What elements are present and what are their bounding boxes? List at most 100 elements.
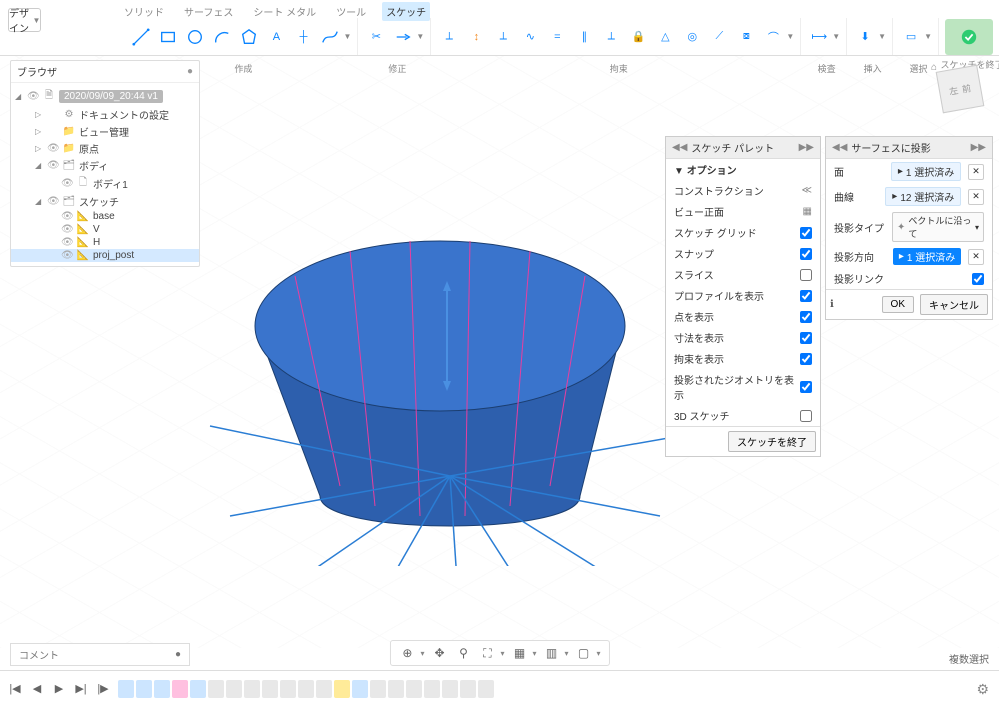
extend-icon[interactable] bbox=[391, 25, 415, 49]
curvature-icon[interactable]: ⌒ bbox=[761, 25, 785, 49]
horizontal-icon[interactable]: ⟂ bbox=[437, 25, 461, 49]
rectangle-icon[interactable] bbox=[156, 25, 180, 49]
tree-row[interactable]: ▷⚙ドキュメントの設定 bbox=[11, 106, 199, 123]
timeline-feature[interactable] bbox=[406, 680, 422, 698]
display-icon[interactable]: ▦ bbox=[510, 644, 528, 662]
eye-icon[interactable]: 👁 bbox=[47, 143, 59, 154]
expand-icon[interactable]: ◢ bbox=[15, 92, 24, 101]
timeline-start-button[interactable]: |◀ bbox=[8, 682, 22, 696]
timeline-feature[interactable] bbox=[316, 680, 332, 698]
clear-projdir-button[interactable]: ✕ bbox=[968, 249, 984, 265]
eye-icon[interactable]: 👁 bbox=[61, 237, 73, 248]
text-icon[interactable]: A bbox=[264, 25, 288, 49]
gear-icon[interactable]: ⚙ bbox=[976, 681, 989, 698]
cancel-button[interactable]: キャンセル bbox=[920, 294, 988, 315]
line-icon[interactable] bbox=[129, 25, 153, 49]
collapse-icon[interactable]: ◀◀ bbox=[832, 142, 847, 153]
expand-icon[interactable]: ▷ bbox=[35, 144, 44, 153]
timeline-feature[interactable] bbox=[424, 680, 440, 698]
option-checkbox[interactable] bbox=[800, 269, 812, 281]
viewcube[interactable]: ⌂ 左 前 bbox=[931, 62, 991, 122]
option-checkbox[interactable] bbox=[800, 248, 812, 260]
eye-icon[interactable]: 👁 bbox=[61, 224, 73, 235]
concentric-icon[interactable]: ◎ bbox=[680, 25, 704, 49]
option-icon[interactable]: ≪ bbox=[802, 185, 812, 196]
timeline-next-button[interactable]: ▶| bbox=[74, 682, 88, 696]
lock-icon[interactable]: 🔒 bbox=[626, 25, 650, 49]
timeline-prev-button[interactable]: ◀ bbox=[30, 682, 44, 696]
option-checkbox[interactable] bbox=[800, 311, 812, 323]
timeline-feature[interactable] bbox=[352, 680, 368, 698]
vertical-icon[interactable]: ↕ bbox=[464, 25, 488, 49]
finish-sketch-button[interactable] bbox=[945, 19, 993, 55]
chevron-down-icon[interactable]: ▼ bbox=[878, 32, 886, 41]
expand-icon[interactable]: ▶▶ bbox=[971, 142, 986, 153]
viewcube-face[interactable]: 左 前 bbox=[936, 65, 985, 114]
collapse-icon[interactable]: ◀◀ bbox=[672, 142, 687, 153]
chevron-down-icon[interactable]: ▼ bbox=[832, 32, 840, 41]
tree-row[interactable]: ◢👁🗂スケッチ bbox=[11, 193, 199, 210]
grid-icon[interactable]: ▥ bbox=[543, 644, 561, 662]
option-checkbox[interactable] bbox=[800, 410, 812, 422]
timeline-feature[interactable] bbox=[118, 680, 134, 698]
option-checkbox[interactable] bbox=[800, 290, 812, 302]
eye-icon[interactable]: 👁 bbox=[27, 91, 39, 102]
design-dropdown[interactable]: デザイン ▼ bbox=[8, 8, 41, 32]
timeline-feature[interactable] bbox=[478, 680, 494, 698]
expand-icon[interactable]: ◢ bbox=[35, 161, 44, 170]
projlink-checkbox[interactable] bbox=[972, 273, 984, 285]
tree-row[interactable]: 👁📐H bbox=[11, 236, 199, 249]
perpendicular-icon[interactable]: ⟂ bbox=[599, 25, 623, 49]
option-checkbox[interactable] bbox=[800, 227, 812, 239]
chevron-down-icon[interactable]: ▼ bbox=[343, 32, 351, 41]
timeline-feature[interactable] bbox=[388, 680, 404, 698]
eye-icon[interactable]: 👁 bbox=[61, 250, 73, 261]
coincident-icon[interactable]: ⟂ bbox=[491, 25, 515, 49]
expand-icon[interactable]: ◢ bbox=[35, 197, 44, 206]
point-icon[interactable]: ┼ bbox=[291, 25, 315, 49]
project-panel-header[interactable]: ◀◀ サーフェスに投影 ▶▶ bbox=[826, 137, 992, 159]
timeline-feature[interactable] bbox=[280, 680, 296, 698]
info-icon[interactable]: ℹ bbox=[830, 299, 876, 310]
expand-icon[interactable]: ▷ bbox=[35, 127, 44, 136]
timeline-feature[interactable] bbox=[226, 680, 242, 698]
sketch-palette-header[interactable]: ◀◀ スケッチ パレット ▶▶ bbox=[666, 137, 820, 159]
insert-icon[interactable]: ⬇︎ bbox=[853, 25, 877, 49]
collinear-icon[interactable]: ⟋ bbox=[707, 25, 731, 49]
eye-icon[interactable]: 👁 bbox=[47, 160, 59, 171]
eye-icon[interactable]: 👁 bbox=[47, 196, 59, 207]
chevron-down-icon[interactable]: ▼ bbox=[786, 32, 794, 41]
timeline-feature[interactable] bbox=[154, 680, 170, 698]
timeline-feature[interactable] bbox=[190, 680, 206, 698]
spline-icon[interactable] bbox=[318, 25, 342, 49]
measure-icon[interactable]: ⟼ bbox=[807, 25, 831, 49]
timeline-feature[interactable] bbox=[172, 680, 188, 698]
tree-row[interactable]: ◢👁🗂ボディ bbox=[11, 157, 199, 174]
option-checkbox[interactable] bbox=[800, 381, 812, 393]
pan-icon[interactable]: ✥ bbox=[430, 644, 448, 662]
arc-icon[interactable] bbox=[210, 25, 234, 49]
circle-icon[interactable] bbox=[183, 25, 207, 49]
expand-icon[interactable]: ▶▶ bbox=[799, 142, 814, 153]
timeline-feature[interactable] bbox=[370, 680, 386, 698]
sketch-options-header[interactable]: ▼ オプション bbox=[666, 159, 820, 180]
timeline-end-button[interactable]: |▶ bbox=[96, 682, 110, 696]
polygon-icon[interactable] bbox=[237, 25, 261, 49]
projtype-dropdown[interactable]: ✦ ベクトルに沿って ▾ bbox=[892, 212, 984, 242]
tree-row[interactable]: 👁📐proj_post bbox=[11, 249, 199, 262]
expand-icon[interactable]: ▷ bbox=[35, 110, 44, 119]
tree-row[interactable]: ▷👁📁原点 bbox=[11, 140, 199, 157]
tangent-icon[interactable]: ∿ bbox=[518, 25, 542, 49]
timeline-play-button[interactable]: ▶ bbox=[52, 682, 66, 696]
option-checkbox[interactable] bbox=[800, 353, 812, 365]
scissors-icon[interactable]: ✂ bbox=[364, 25, 388, 49]
timeline-track[interactable] bbox=[118, 680, 991, 698]
select-icon[interactable]: ▭ bbox=[899, 25, 923, 49]
comment-bar[interactable]: コメント ● bbox=[10, 643, 190, 666]
symmetry-icon[interactable]: ⧇ bbox=[734, 25, 758, 49]
model-body[interactable] bbox=[200, 196, 680, 566]
equal-icon[interactable]: = bbox=[545, 25, 569, 49]
tree-row[interactable]: 👁🗋ボディ1 bbox=[11, 174, 199, 193]
timeline-feature[interactable] bbox=[244, 680, 260, 698]
parallel-icon[interactable]: ∥ bbox=[572, 25, 596, 49]
